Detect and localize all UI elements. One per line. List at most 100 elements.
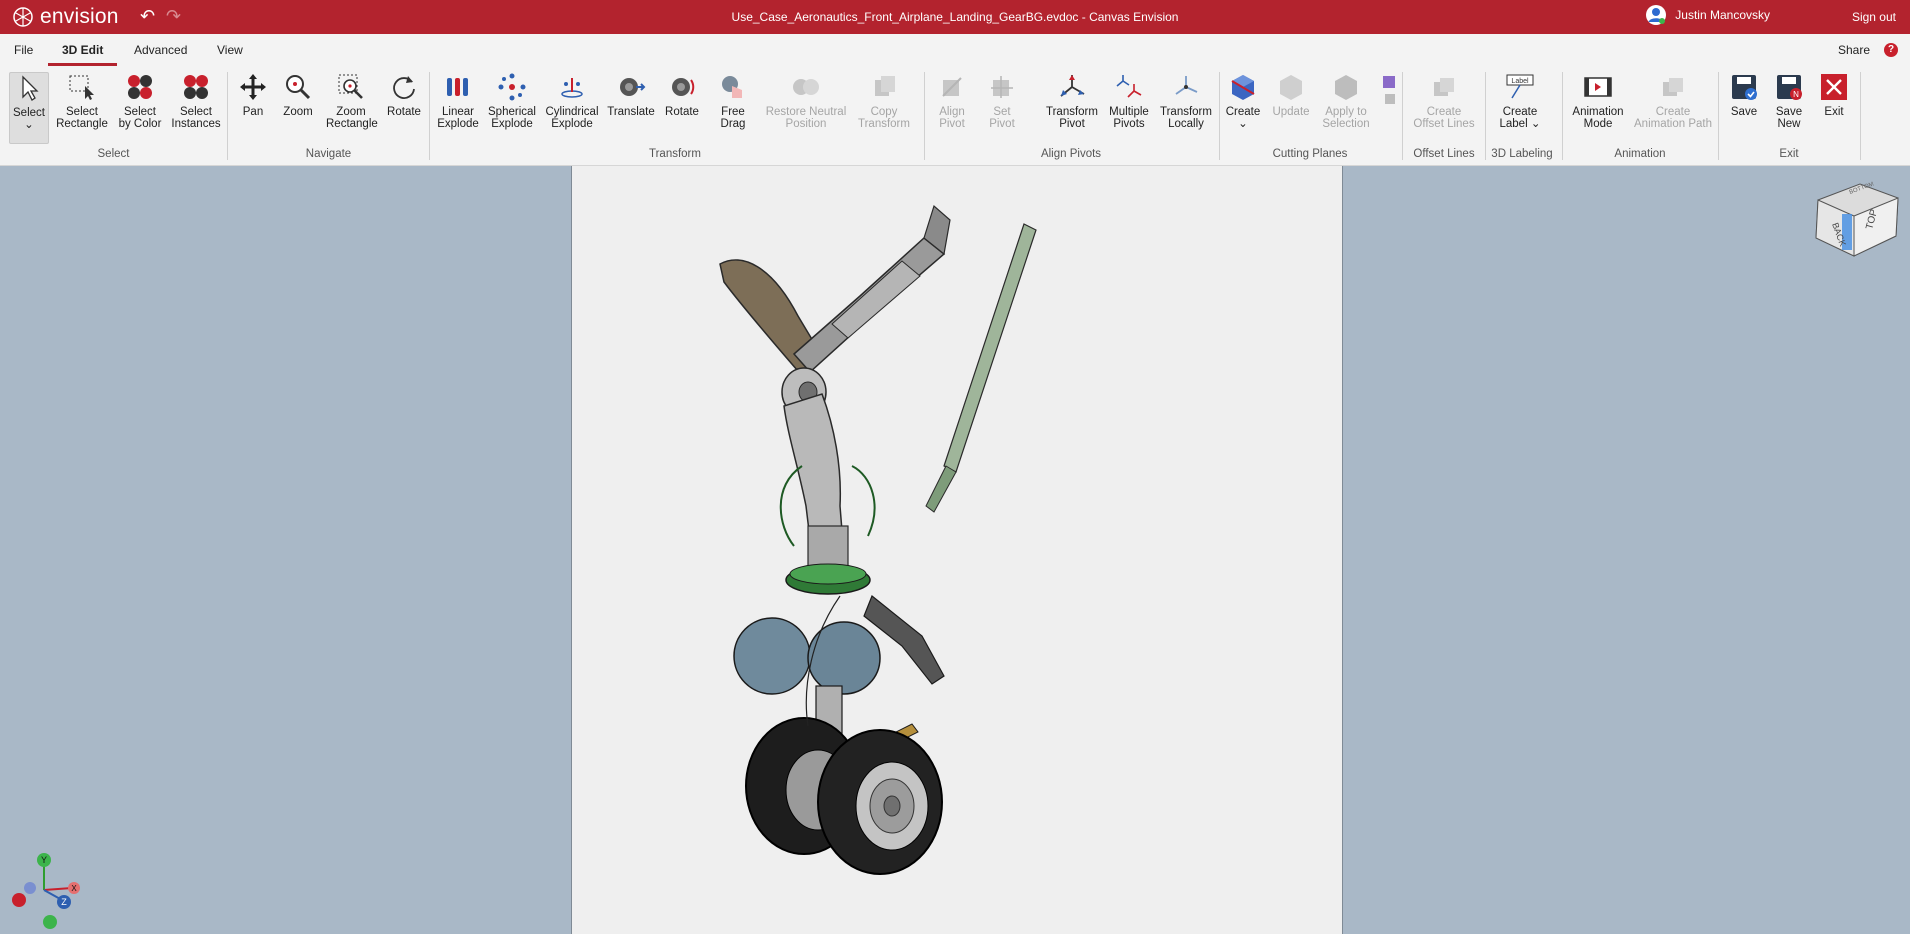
- view-cube[interactable]: BACK TOP BOTTOM: [1810, 180, 1902, 264]
- redo-icon[interactable]: ↷: [166, 6, 181, 27]
- group-align-pivots: Align Pivots: [1040, 148, 1102, 160]
- create-label-button[interactable]: Label Create Label ⌄: [1496, 72, 1544, 130]
- restore-neutral-position-button[interactable]: Restore Neutral Position: [764, 72, 848, 130]
- zoom-button[interactable]: Zoom: [279, 72, 317, 118]
- set-pivot-icon: [991, 76, 1013, 98]
- cursor-arrow-icon: [22, 75, 39, 101]
- copy-transform-icon: [875, 76, 895, 96]
- copy-transform-button[interactable]: Copy Transform: [856, 72, 912, 130]
- 3d-viewport[interactable]: BACK TOP BOTTOM Y X Z: [0, 166, 1910, 934]
- envision-logo-icon: [13, 7, 33, 27]
- create-animation-path-button[interactable]: Create Animation Path: [1634, 72, 1712, 130]
- film-strip-icon: [1584, 77, 1612, 97]
- cutting-plane-cube-icon: [1231, 75, 1255, 100]
- update-cutting-plane-button[interactable]: Update: [1270, 72, 1312, 118]
- zoom-rectangle-icon: [338, 74, 363, 99]
- transform-locally-icon: [1175, 76, 1198, 95]
- align-pivot-button[interactable]: Align Pivot: [930, 72, 974, 130]
- restore-position-icon: [793, 79, 819, 95]
- label-icon: Label: [1506, 74, 1534, 99]
- select-by-color-button[interactable]: Select by Color: [116, 72, 164, 130]
- group-navigate: Navigate: [305, 148, 352, 160]
- spherical-explode-icon: [498, 73, 526, 101]
- group-cutting-planes: Cutting Planes: [1272, 148, 1348, 160]
- multiple-pivots-button[interactable]: Multiple Pivots: [1106, 72, 1152, 130]
- save-button[interactable]: Save: [1726, 72, 1762, 118]
- ribbon-divider: [1860, 72, 1861, 160]
- user-avatar-icon: [1646, 5, 1667, 25]
- animation-mode-button[interactable]: Animation Mode: [1570, 72, 1626, 130]
- group-offset-lines: Offset Lines: [1413, 148, 1475, 160]
- pan-button[interactable]: Pan: [236, 72, 270, 118]
- chevron-down-icon: ⌄: [1238, 118, 1248, 130]
- apply-selection-icon: [1335, 75, 1357, 100]
- transform-locally-button[interactable]: Transform Locally: [1160, 72, 1212, 130]
- free-drag-hand-icon: [722, 76, 742, 98]
- app-logo: envision: [12, 5, 119, 29]
- rotate-icon: [393, 76, 415, 99]
- group-3d-labeling: 3D Labeling: [1491, 148, 1553, 160]
- group-exit: Exit: [1779, 148, 1799, 160]
- select-instances-button[interactable]: Select Instances: [170, 72, 222, 130]
- select-button[interactable]: Select ⌄: [9, 72, 49, 144]
- linear-explode-button[interactable]: Linear Explode: [436, 72, 480, 130]
- title-bar: envision ↶ ↷ Use_Case_Aeronautics_Front_…: [0, 0, 1910, 34]
- spherical-explode-button[interactable]: Spherical Explode: [486, 72, 538, 130]
- help-icon[interactable]: ?: [1884, 43, 1898, 57]
- translate-icon: [620, 78, 646, 96]
- user-menu[interactable]: Justin Mancovsky: [1645, 4, 1770, 26]
- svg-text:Label: Label: [1511, 78, 1529, 85]
- translate-button[interactable]: Translate: [607, 72, 655, 118]
- pan-arrows-icon: [240, 74, 266, 100]
- create-offset-lines-button[interactable]: Create Offset Lines: [1410, 72, 1478, 130]
- cutting-plane-options-button[interactable]: [1380, 74, 1398, 111]
- app-name: envision: [40, 5, 119, 28]
- color-hexagons-icon: [128, 75, 152, 99]
- transform-pivot-button[interactable]: Transform Pivot: [1044, 72, 1100, 130]
- group-transform: Transform: [649, 148, 701, 160]
- free-drag-button[interactable]: Free Drag: [712, 72, 754, 130]
- tab-advanced[interactable]: Advanced: [120, 34, 201, 66]
- chevron-down-icon: ⌄: [1530, 118, 1541, 130]
- tab-file[interactable]: File: [0, 34, 47, 66]
- group-animation: Animation: [1614, 148, 1666, 160]
- menu-tabs: File 3D Edit Advanced View Share ?: [0, 34, 1910, 66]
- instances-icon: [184, 75, 208, 99]
- svg-text:Z: Z: [61, 897, 67, 907]
- sign-out-link[interactable]: Sign out: [1852, 0, 1896, 34]
- user-name: Justin Mancovsky: [1675, 8, 1770, 22]
- landing-gear-model[interactable]: [572, 166, 1344, 934]
- ribbon-toolbar: Select ⌄ Select Rectangle Select by Color S…: [0, 66, 1910, 166]
- align-pivot-icon: [942, 77, 962, 97]
- select-rectangle-button[interactable]: Select Rectangle: [56, 72, 108, 130]
- transform-pivot-icon: [1060, 75, 1085, 97]
- ribbon-divider: [429, 72, 430, 160]
- create-cutting-plane-button[interactable]: Create ⌄: [1224, 72, 1262, 130]
- close-icon: [1821, 74, 1847, 100]
- ribbon-divider: [1485, 72, 1486, 160]
- ribbon-divider: [1402, 72, 1403, 160]
- tab-3d-edit[interactable]: 3D Edit: [48, 34, 118, 66]
- set-pivot-button[interactable]: Set Pivot: [984, 72, 1020, 130]
- cylindrical-explode-button[interactable]: Cylindrical Explode: [544, 72, 600, 130]
- ribbon-divider: [1219, 72, 1220, 160]
- ribbon-divider: [924, 72, 925, 160]
- rotate-view-button[interactable]: Rotate: [384, 72, 424, 118]
- rotate-parts-button[interactable]: Rotate: [662, 72, 702, 118]
- cylindrical-explode-icon: [561, 78, 583, 98]
- group-select: Select: [97, 148, 130, 160]
- undo-icon[interactable]: ↶: [140, 6, 155, 27]
- plane-options-icon: [1383, 76, 1395, 104]
- ribbon-divider: [1562, 72, 1563, 160]
- chevron-down-icon: ⌄: [24, 119, 34, 131]
- save-new-button[interactable]: N Save New: [1770, 72, 1808, 130]
- zoom-rectangle-button[interactable]: Zoom Rectangle: [326, 72, 378, 130]
- svg-text:N: N: [1793, 90, 1799, 99]
- exit-button[interactable]: Exit: [1816, 72, 1852, 118]
- tab-view[interactable]: View: [203, 34, 257, 66]
- update-plane-icon: [1280, 75, 1302, 100]
- model-canvas[interactable]: [571, 166, 1343, 934]
- share-button[interactable]: Share: [1838, 34, 1870, 66]
- offset-lines-icon: [1434, 78, 1454, 96]
- apply-to-selection-button[interactable]: Apply to Selection: [1318, 72, 1374, 130]
